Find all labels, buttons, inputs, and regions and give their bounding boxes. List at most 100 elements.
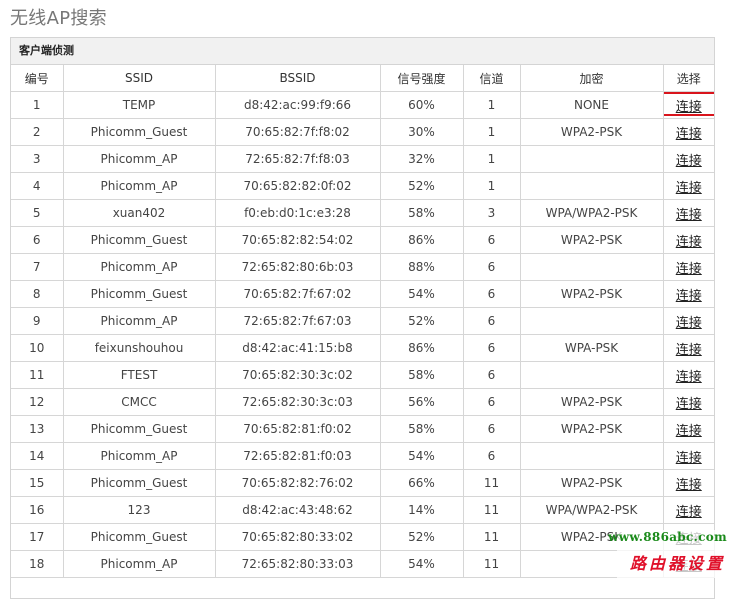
cell-bssid: d8:42:ac:41:15:b8 [214,334,381,362]
col-header-select: 选择 [662,65,714,92]
cell-number: 18 [11,550,64,578]
cell-signal: 58% [379,415,464,443]
watermark-name: 路由器设置 [629,554,725,573]
cell-number: 7 [11,253,64,281]
connect-link[interactable]: 连接 [676,262,702,277]
table-row: 11 FTEST 70:65:82:30:3c:02 58% 6 连接 [11,361,714,389]
cell-encryption: WPA2-PSK [519,118,664,146]
cell-signal: 60% [379,91,464,119]
cell-encryption: WPA2-PSK [519,388,664,416]
connect-link[interactable]: 连接 [676,154,702,169]
table-row: 13 Phicomm_Guest 70:65:82:81:f0:02 58% 6 WPA2… [11,415,714,443]
cell-encryption [519,307,664,335]
connect-link[interactable]: 连接 [676,478,702,493]
cell-number: 14 [11,442,64,470]
cell-select: 连接 [662,415,714,443]
cell-bssid: 72:65:82:80:6b:03 [214,253,381,281]
connect-link[interactable]: 连接 [676,235,702,250]
cell-select: 连接 [662,280,714,308]
cell-number: 11 [11,361,64,389]
cell-channel: 3 [462,199,521,227]
cell-signal: 30% [379,118,464,146]
cell-ssid: TEMP [62,91,216,119]
cell-encryption [519,253,664,281]
cell-select: 连接 [662,172,714,200]
table-row: 1 TEMP d8:42:ac:99:f9:66 60% 1 NONE 连接 [11,91,714,119]
cell-encryption [519,172,664,200]
cell-number: 16 [11,496,64,524]
watermark: www.886abc.com 路由器设置 [608,530,729,578]
connect-link[interactable]: 连接 [676,397,702,412]
cell-number: 17 [11,523,64,551]
cell-channel: 6 [462,253,521,281]
cell-number: 1 [11,91,64,119]
connect-link[interactable]: 连接 [676,370,702,385]
cell-select: 连接 [662,91,714,119]
cell-bssid: 70:65:82:82:54:02 [214,226,381,254]
col-header-channel: 信道 [462,65,521,92]
cell-bssid: f0:eb:d0:1c:e3:28 [214,199,381,227]
connect-link[interactable]: 连接 [676,424,702,439]
connect-link[interactable]: 连接 [676,343,702,358]
cell-channel: 6 [462,442,521,470]
cell-select: 连接 [662,226,714,254]
cell-bssid: 70:65:82:7f:67:02 [214,280,381,308]
cell-channel: 1 [462,118,521,146]
cell-signal: 56% [379,388,464,416]
table-row: 5 xuan402 f0:eb:d0:1c:e3:28 58% 3 WPA/WPA2-PS… [11,199,714,227]
cell-select: 连接 [662,253,714,281]
cell-bssid: 70:65:82:81:f0:02 [214,415,381,443]
col-header-number: 编号 [11,65,64,92]
cell-signal: 54% [379,550,464,578]
cell-signal: 66% [379,469,464,497]
cell-bssid: 72:65:82:81:f0:03 [214,442,381,470]
cell-number: 15 [11,469,64,497]
connect-link[interactable]: 连接 [676,316,702,331]
cell-ssid: Phicomm_Guest [62,118,216,146]
client-detection-panel: 客户端侦测 编号 SSID BSSID 信号强度 信道 加密 选择 1 TEMP d… [10,37,715,599]
cell-select: 连接 [662,199,714,227]
cell-select: 连接 [662,469,714,497]
cell-bssid: d8:42:ac:43:48:62 [214,496,381,524]
cell-signal: 52% [379,307,464,335]
cell-select: 连接 [662,442,714,470]
connect-link[interactable]: 连接 [676,127,702,142]
col-header-signal: 信号强度 [379,65,464,92]
cell-number: 4 [11,172,64,200]
connect-link[interactable]: 连接 [676,451,702,466]
connect-link[interactable]: 连接 [676,181,702,196]
cell-bssid: 72:65:82:7f:f8:03 [214,145,381,173]
cell-ssid: Phicomm_Guest [62,523,216,551]
cell-channel: 11 [462,469,521,497]
table-row: 7 Phicomm_AP 72:65:82:80:6b:03 88% 6 连接 [11,253,714,281]
ap-scan-table: 编号 SSID BSSID 信号强度 信道 加密 选择 1 TEMP d8:42:a… [11,65,714,578]
watermark-url: www.886abc.com [608,530,727,544]
cell-select: 连接 [662,496,714,524]
col-header-bssid: BSSID [214,65,381,92]
cell-ssid: FTEST [62,361,216,389]
cell-signal: 58% [379,199,464,227]
table-row: 9 Phicomm_AP 72:65:82:7f:67:03 52% 6 连接 [11,307,714,335]
cell-number: 8 [11,280,64,308]
cell-encryption: WPA-PSK [519,334,664,362]
cell-ssid: 123 [62,496,216,524]
table-row: 8 Phicomm_Guest 70:65:82:7f:67:02 54% 6 WPA2-… [11,280,714,308]
cell-signal: 14% [379,496,464,524]
table-row: 18Phicomm_AP72:65:82:80:33:0354%11连接 [11,550,714,578]
cell-channel: 6 [462,280,521,308]
cell-number: 5 [11,199,64,227]
connect-link[interactable]: 连接 [676,208,702,223]
cell-encryption [519,145,664,173]
cell-ssid: Phicomm_AP [62,145,216,173]
cell-ssid: Phicomm_Guest [62,226,216,254]
table-row: 6 Phicomm_Guest 70:65:82:82:54:02 86% 6 WPA2-… [11,226,714,254]
cell-bssid: 70:65:82:30:3c:02 [214,361,381,389]
cell-channel: 6 [462,226,521,254]
connect-link[interactable]: 连接 [676,505,702,520]
cell-encryption [519,361,664,389]
table-header-row: 编号 SSID BSSID 信号强度 信道 加密 选择 [11,65,714,92]
cell-bssid: 70:65:82:82:0f:02 [214,172,381,200]
cell-select: 连接 [662,361,714,389]
cell-bssid: 70:65:82:80:33:02 [214,523,381,551]
connect-link[interactable]: 连接 [676,289,702,304]
